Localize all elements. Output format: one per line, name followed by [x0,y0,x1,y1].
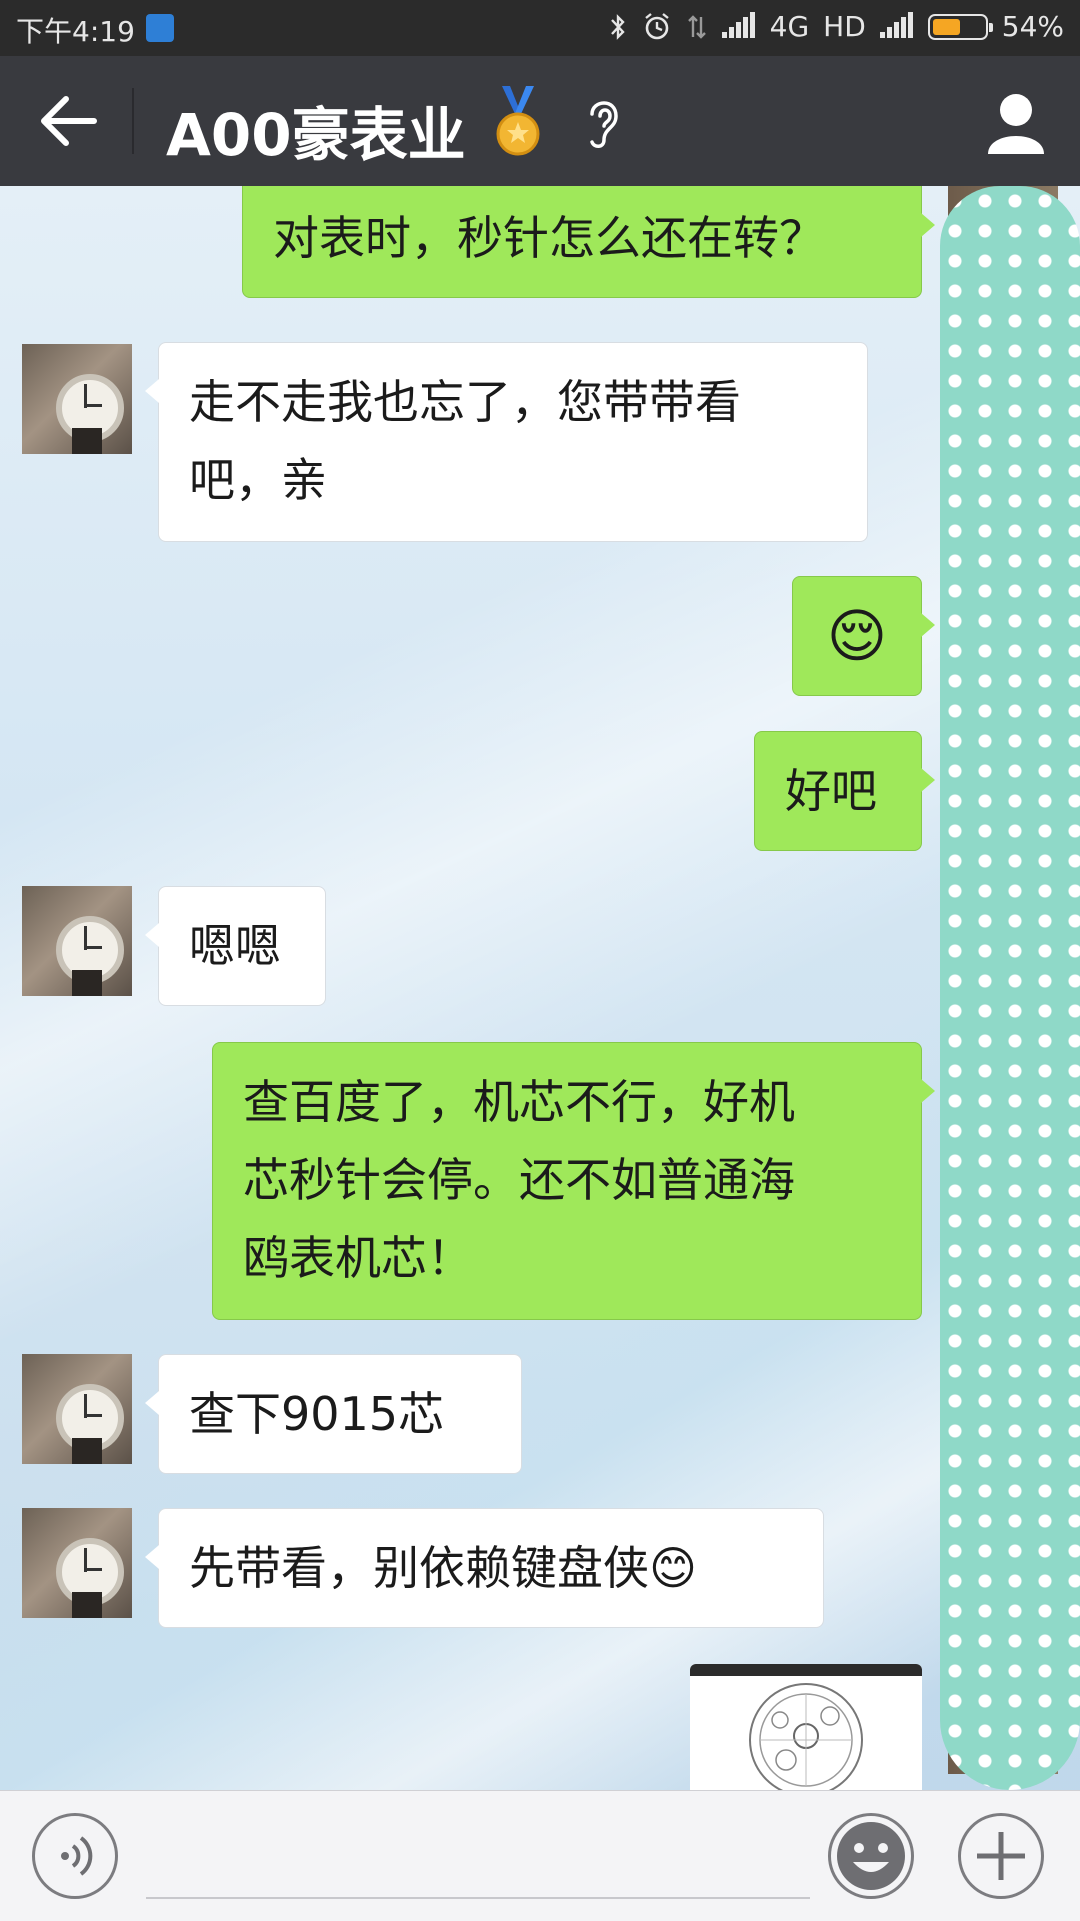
message-bubble-outgoing[interactable]: 对表时，秒针怎么还在转？ [242,186,935,298]
chat-header: A00豪表业 [0,56,1080,186]
message-bubble-incoming[interactable]: 先带看，别依赖键盘侠😊 [145,1508,824,1628]
voice-icon [61,1836,93,1876]
network-type: 4G [769,10,810,43]
chat-input-bar [0,1790,1080,1921]
message-text: 对表时，秒针怎么还在转？ [273,211,825,265]
more-actions-button[interactable] [958,1813,1044,1899]
chat-message-list[interactable]: 对表时，秒针怎么还在转？ 走不走我也忘了，您带带看 吧，亲 😌 好吧 嗯嗯 查百… [0,186,1080,1790]
message-bubble-outgoing[interactable]: 😌 [792,576,935,696]
image-message-thumbnail[interactable] [690,1664,922,1790]
message-text-line: 芯秒针会停。还不如普通海 [243,1153,795,1207]
message-text-line: 查百度了，机芯不行，好机 [243,1075,795,1129]
message-bubble-incoming[interactable]: 嗯嗯 [145,886,326,1006]
message-bubble-outgoing[interactable]: 查百度了，机芯不行，好机 芯秒针会停。还不如普通海 鸥表机芯！ [212,1042,935,1320]
voice-input-button[interactable] [32,1813,118,1899]
battery-icon [927,13,993,40]
message-text-line: 吧，亲 [189,453,327,507]
privacy-cover-overlay [940,186,1080,1790]
notification-app-icon [146,14,174,42]
signal-icon [721,11,756,40]
medal-icon [496,86,540,156]
signal-icon [879,11,914,40]
message-bubble-incoming[interactable]: 走不走我也忘了，您带带看 吧，亲 [145,342,868,542]
plus-icon [977,1832,1025,1880]
contact-avatar[interactable] [22,344,132,454]
status-right-icons: 4G HD 54% [608,10,1064,43]
relieved-emoji-icon: 😌 [826,602,888,670]
message-bubble-outgoing[interactable]: 好吧 [754,731,935,851]
watch-movement-image [690,1676,922,1790]
battery-fill [932,18,960,35]
message-text: 嗯嗯 [189,919,281,973]
back-button[interactable] [30,86,110,156]
message-text-line: 走不走我也忘了，您带带看 [189,375,741,429]
message-text-line: 鸥表机芯！ [243,1231,473,1285]
contact-avatar[interactable] [22,1354,132,1464]
hd-indicator: HD [823,10,866,43]
chat-info-button[interactable] [976,82,1056,162]
message-text: 查下9015芯 [189,1387,445,1441]
message-text: 好吧 [785,764,877,818]
status-time: 下午4:19 [16,15,135,48]
alarm-icon [644,12,669,39]
chat-title: A00豪表业 [166,101,466,169]
data-arrows-icon [687,14,706,39]
contact-avatar[interactable] [22,1508,132,1618]
message-text: 先带看，别依赖键盘侠😊 [189,1541,697,1595]
ear-icon[interactable] [582,92,626,152]
bluetooth-icon [610,13,625,40]
status-bar: 下午4:19 4G HD 54% [0,0,1080,56]
emoji-face-icon [837,1822,905,1890]
emoji-button[interactable] [828,1813,914,1899]
battery-percent: 54% [1001,10,1064,43]
header-divider [132,88,134,154]
contact-avatar[interactable] [22,886,132,996]
message-input[interactable] [146,1815,810,1899]
profile-icon [988,94,1044,154]
message-bubble-incoming[interactable]: 查下9015芯 [145,1354,522,1474]
back-arrow-icon [41,96,97,146]
